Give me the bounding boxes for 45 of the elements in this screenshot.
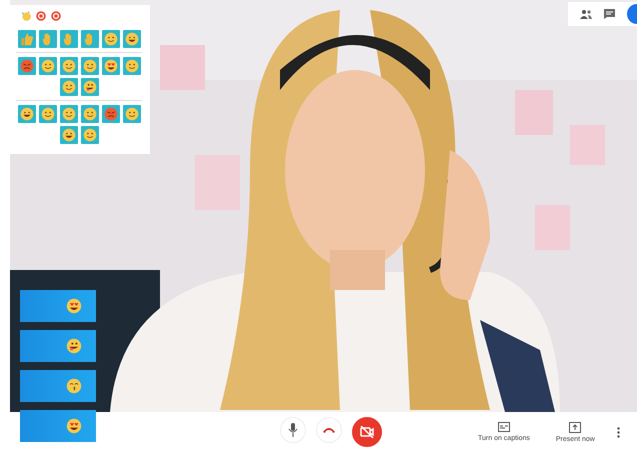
grin-emoji-icon — [62, 128, 76, 142]
emoji-button[interactable] — [60, 126, 78, 144]
camera-off-button[interactable] — [352, 417, 382, 447]
avatar-icon[interactable] — [627, 4, 637, 24]
microphone-icon — [288, 423, 298, 437]
emoji-button[interactable] — [122, 30, 140, 48]
chat-icon[interactable] — [604, 9, 615, 19]
party-icon — [20, 10, 32, 22]
end-call-button[interactable] — [316, 417, 342, 443]
emoji-button[interactable] — [102, 57, 120, 75]
smile-emoji-icon — [82, 128, 96, 142]
target-icon — [35, 10, 47, 22]
camera-off-icon — [360, 426, 374, 438]
emoji-button[interactable] — [80, 78, 98, 96]
emoji-button[interactable] — [102, 105, 120, 123]
emoji-button[interactable] — [18, 105, 36, 123]
smile-emoji-icon — [40, 107, 54, 121]
grin-emoji-icon — [20, 107, 34, 121]
smile-emoji-icon — [62, 80, 76, 94]
people-icon[interactable] — [580, 9, 592, 19]
tongue-emoji-icon — [82, 80, 96, 94]
smile-emoji-icon — [62, 59, 76, 73]
present-icon — [569, 422, 582, 432]
smile-emoji-icon — [104, 32, 118, 46]
angry-emoji-icon — [104, 107, 118, 121]
hearts-emoji-icon — [104, 59, 118, 73]
grin-emoji-icon — [124, 32, 138, 46]
microphone-button[interactable] — [280, 417, 306, 443]
more-options-icon[interactable] — [616, 426, 620, 438]
smile-emoji-icon — [40, 59, 54, 73]
hearts-emoji-icon — [66, 418, 82, 434]
angry-emoji-icon — [20, 59, 34, 73]
smile-emoji-icon — [82, 107, 96, 121]
smile-emoji-icon — [82, 59, 96, 73]
smile-emoji-icon — [124, 107, 138, 121]
tongue-emoji-icon — [66, 338, 82, 354]
target-icon — [50, 10, 62, 22]
captions-icon — [498, 422, 510, 432]
thumbs-up-icon — [20, 32, 34, 46]
kiss-emoji-icon — [66, 378, 82, 394]
smile-emoji-icon — [124, 59, 138, 73]
smile-emoji-icon — [62, 107, 76, 121]
emoji-button[interactable] — [18, 57, 36, 75]
phone-icon — [322, 426, 336, 434]
hearts-emoji-icon — [66, 298, 82, 314]
